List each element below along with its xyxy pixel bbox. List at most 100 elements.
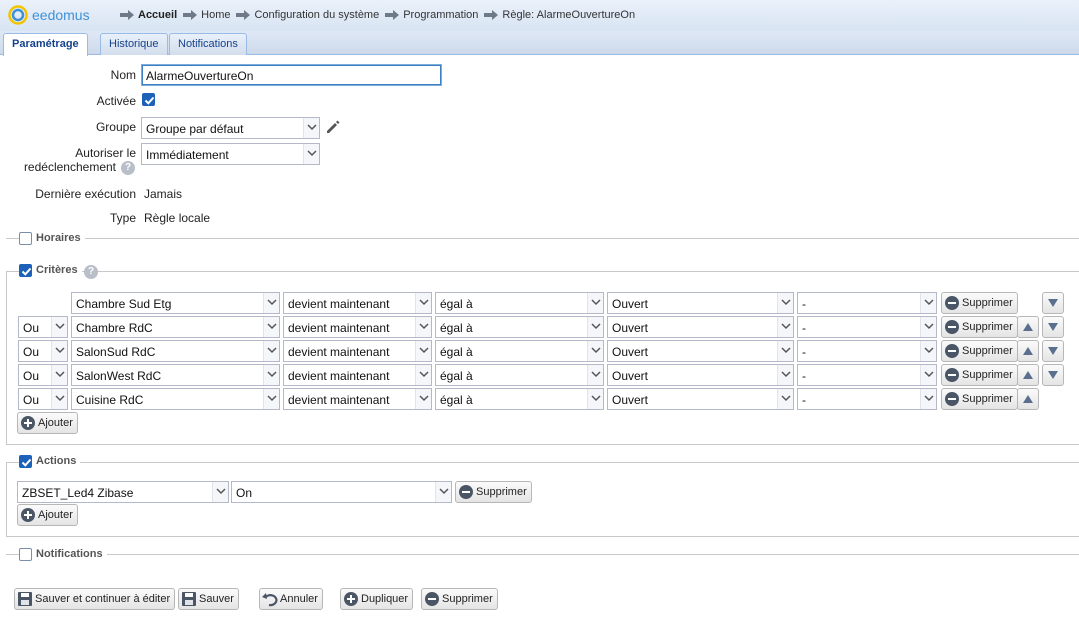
help-icon[interactable]: ? [84,265,98,279]
autoriser-select[interactable]: Immédiatement [141,143,320,165]
criterion-supprimer-button[interactable]: Supprimer [941,364,1018,386]
save-button[interactable]: Sauver [178,588,239,610]
criterion-extra-select[interactable]: - [797,292,937,314]
nom-input[interactable]: AlarmeOuvertureOn [141,64,442,86]
criterion-comparator-select[interactable]: égal à [435,364,604,386]
chevron-down-icon[interactable] [51,365,67,385]
move-down-button[interactable] [1042,340,1064,362]
ajouter-action-button[interactable]: Ajouter [17,504,78,526]
chevron-down-icon[interactable] [51,341,67,361]
chevron-down-icon[interactable] [415,293,431,313]
chevron-down-icon[interactable] [777,293,793,313]
chevron-down-icon[interactable] [415,365,431,385]
criterion-comparator-select[interactable]: égal à [435,340,604,362]
logo-text[interactable]: eedomus [32,7,90,23]
criterion-supprimer-button[interactable]: Supprimer [941,316,1018,338]
chevron-down-icon[interactable] [415,389,431,409]
criterion-condition-select[interactable]: devient maintenant [283,388,432,410]
horaires-checkbox[interactable] [19,232,32,245]
chevron-down-icon[interactable] [587,365,603,385]
chevron-down-icon[interactable] [587,341,603,361]
move-up-button[interactable] [1017,340,1039,362]
move-down-button[interactable] [1042,292,1064,314]
actions-checkbox[interactable] [19,455,32,468]
criterion-value-select[interactable]: Ouvert [607,388,794,410]
criterion-device-select[interactable]: Cuisine RdC [71,388,280,410]
criteres-checkbox[interactable] [19,264,32,277]
criterion-device-select[interactable]: SalonSud RdC [71,340,280,362]
chevron-down-icon[interactable] [587,317,603,337]
chevron-down-icon[interactable] [51,389,67,409]
chevron-down-icon[interactable] [777,389,793,409]
criterion-comparator-select[interactable]: égal à [435,388,604,410]
ajouter-critere-button[interactable]: Ajouter [17,412,78,434]
chevron-down-icon[interactable] [920,293,936,313]
action-device-select[interactable]: ZBSET_Led4 Zibase [17,481,229,503]
chevron-down-icon[interactable] [263,293,279,313]
chevron-down-icon[interactable] [777,341,793,361]
move-up-button[interactable] [1017,364,1039,386]
notifications-checkbox[interactable] [19,548,32,561]
chevron-down-icon[interactable] [777,365,793,385]
criterion-extra-select[interactable]: - [797,388,937,410]
chevron-down-icon[interactable] [415,317,431,337]
criterion-device-select[interactable]: Chambre Sud Etg [71,292,280,314]
activee-checkbox[interactable] [142,93,155,106]
tab-historique[interactable]: Historique [100,33,168,55]
move-up-button[interactable] [1017,316,1039,338]
move-down-button[interactable] [1042,316,1064,338]
chevron-down-icon[interactable] [263,365,279,385]
duplicate-button[interactable]: Dupliquer [340,588,414,610]
criterion-condition-select[interactable]: devient maintenant [283,340,432,362]
groupe-select[interactable]: Groupe par défaut [141,117,320,139]
chevron-down-icon[interactable] [415,341,431,361]
chevron-down-icon[interactable] [263,317,279,337]
criterion-condition-select[interactable]: devient maintenant [283,316,432,338]
chevron-down-icon[interactable] [587,389,603,409]
criterion-value-select[interactable]: Ouvert [607,364,794,386]
criterion-comparator-select[interactable]: égal à [435,292,604,314]
criterion-condition-select[interactable]: devient maintenant [283,364,432,386]
action-value-select[interactable]: On [231,481,452,503]
chevron-down-icon[interactable] [777,317,793,337]
criterion-device-select[interactable]: Chambre RdC [71,316,280,338]
chevron-down-icon[interactable] [920,389,936,409]
criterion-operator-select[interactable]: Ou [18,316,68,338]
criterion-operator-select[interactable]: Ou [18,388,68,410]
criterion-supprimer-button[interactable]: Supprimer [941,292,1018,314]
chevron-down-icon[interactable] [263,389,279,409]
criterion-operator-select[interactable]: Ou [18,340,68,362]
action-supprimer-button[interactable]: Supprimer [455,481,532,503]
chevron-down-icon[interactable] [303,144,319,164]
chevron-down-icon[interactable] [920,317,936,337]
criterion-supprimer-button[interactable]: Supprimer [941,340,1018,362]
criterion-device-select[interactable]: SalonWest RdC [71,364,280,386]
chevron-down-icon[interactable] [303,118,319,138]
criterion-value-select[interactable]: Ouvert [607,316,794,338]
criterion-value-select[interactable]: Ouvert [607,340,794,362]
help-icon[interactable]: ? [121,161,135,175]
cancel-button[interactable]: Annuler [259,588,323,610]
criterion-extra-select[interactable]: - [797,364,937,386]
breadcrumb-programmation[interactable]: Programmation [403,9,478,21]
criterion-operator-select[interactable]: Ou [18,364,68,386]
chevron-down-icon[interactable] [51,317,67,337]
criterion-extra-select[interactable]: - [797,340,937,362]
criterion-comparator-select[interactable]: égal à [435,316,604,338]
criterion-value-select[interactable]: Ouvert [607,292,794,314]
chevron-down-icon[interactable] [263,341,279,361]
criterion-condition-select[interactable]: devient maintenant [283,292,432,314]
move-up-button[interactable] [1017,388,1039,410]
breadcrumb-accueil[interactable]: Accueil [138,9,177,21]
breadcrumb-home[interactable]: Home [201,9,230,21]
chevron-down-icon[interactable] [920,341,936,361]
chevron-down-icon[interactable] [587,293,603,313]
save-continue-button[interactable]: Sauver et continuer à éditer [14,588,176,610]
tab-parametrage[interactable]: Paramétrage [3,33,88,56]
breadcrumb-configuration[interactable]: Configuration du système [254,9,379,21]
chevron-down-icon[interactable] [920,365,936,385]
criterion-extra-select[interactable]: - [797,316,937,338]
pencil-icon[interactable] [324,118,342,136]
criterion-supprimer-button[interactable]: Supprimer [941,388,1018,410]
delete-button[interactable]: Supprimer [421,588,498,610]
